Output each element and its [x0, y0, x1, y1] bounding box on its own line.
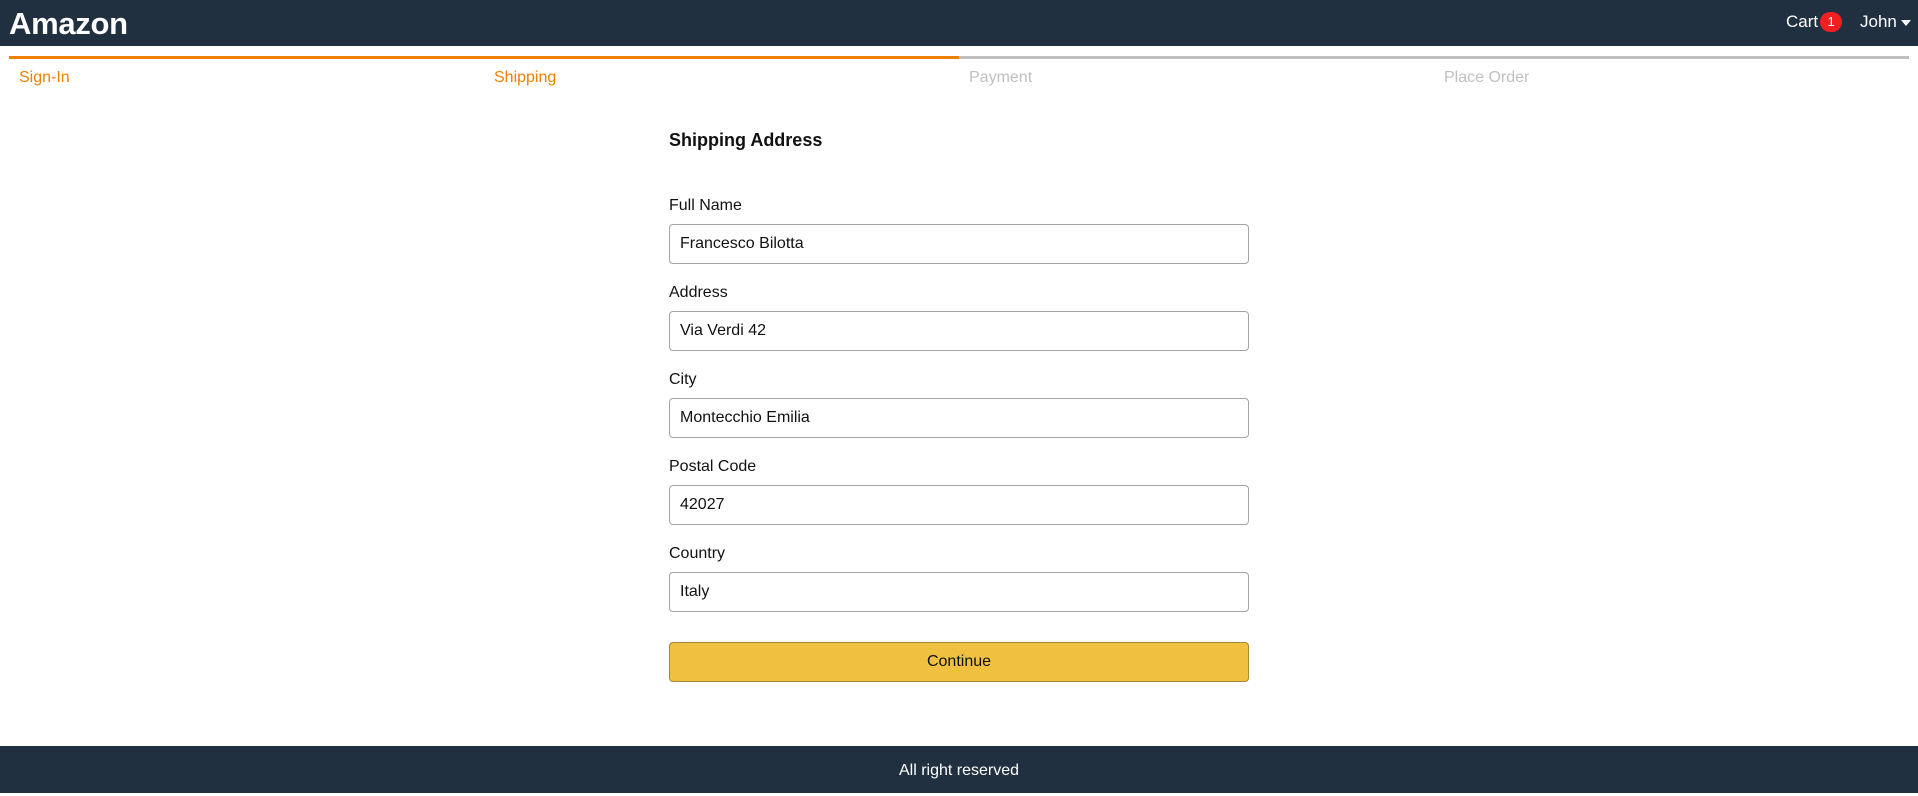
city-input[interactable] — [669, 398, 1249, 438]
full-name-input[interactable] — [669, 224, 1249, 264]
address-input[interactable] — [669, 311, 1249, 351]
shipping-address-form: Shipping Address Full Name Address City … — [669, 126, 1249, 682]
top-navbar: Amazon Cart 1 John — [0, 0, 1918, 46]
brand-logo-link[interactable]: Amazon — [9, 6, 128, 42]
step-sign-in: Sign-In — [9, 56, 484, 96]
cart-label: Cart — [1786, 12, 1819, 31]
page-footer: All right reserved — [0, 746, 1918, 793]
user-menu-dropdown[interactable]: John — [1860, 12, 1911, 32]
full-name-label: Full Name — [669, 197, 742, 214]
postal-code-label: Postal Code — [669, 458, 757, 475]
postal-code-group: Postal Code — [669, 455, 1249, 525]
address-group: Address — [669, 281, 1249, 351]
country-input[interactable] — [669, 572, 1249, 612]
address-label: Address — [669, 284, 728, 301]
city-group: City — [669, 368, 1249, 438]
cart-link[interactable]: Cart 1 — [1786, 12, 1843, 32]
user-name-label: John — [1860, 12, 1897, 31]
step-shipping: Shipping — [484, 56, 959, 96]
chevron-down-icon — [1900, 20, 1911, 26]
country-group: Country — [669, 542, 1249, 612]
continue-button[interactable]: Continue — [669, 642, 1249, 682]
postal-code-input[interactable] — [669, 485, 1249, 525]
step-payment: Payment — [959, 56, 1434, 96]
city-label: City — [669, 371, 697, 388]
cart-count-badge: 1 — [1820, 12, 1843, 32]
step-place-order: Place Order — [1434, 56, 1909, 96]
checkout-steps: Sign-In Shipping Payment Place Order — [9, 56, 1909, 96]
form-title: Shipping Address — [669, 130, 823, 150]
full-name-group: Full Name — [669, 194, 1249, 264]
country-label: Country — [669, 545, 726, 562]
footer-text: All right reserved — [898, 762, 1020, 779]
